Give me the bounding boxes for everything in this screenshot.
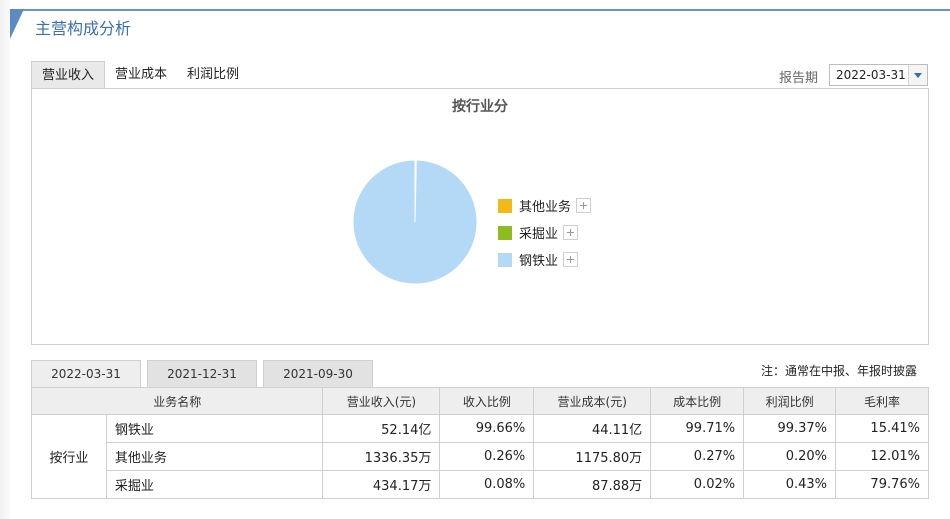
- date-tab-2021-09-30[interactable]: 2021-09-30: [263, 360, 373, 387]
- plus-icon[interactable]: [563, 225, 579, 240]
- legend-label: 钢铁业: [519, 254, 559, 269]
- legend-label: 其他业务: [519, 200, 572, 215]
- cell-cost-ratio: 0.27%: [650, 442, 745, 471]
- header-cost: 营业成本(元): [533, 387, 652, 415]
- chart-title: 按行业分: [452, 99, 508, 115]
- cell-name: 钢铁业: [105, 414, 324, 443]
- table-row: 其他业务 1336.35万 0.26% 1175.80万 0.27% 0.20%…: [32, 442, 929, 471]
- legend-item-mining[interactable]: 采掘业: [498, 219, 591, 246]
- plus-icon[interactable]: [563, 252, 579, 267]
- cell-revenue-ratio: 0.08%: [439, 470, 535, 499]
- date-tabs: 2022-03-31 2021-12-31 2021-09-30: [31, 360, 379, 387]
- cell-revenue: 434.17万: [322, 470, 441, 499]
- tab-profit-ratio[interactable]: 利润比例: [177, 61, 249, 88]
- legend-swatch: [498, 225, 512, 240]
- tab-cost[interactable]: 营业成本: [105, 61, 177, 88]
- header-revenue: 营业收入(元): [322, 387, 441, 415]
- cell-cost: 1175.80万: [533, 442, 652, 471]
- business-table: 业务名称 营业收入(元) 收入比例 营业成本(元) 成本比例 利润比例 毛利率 …: [30, 387, 929, 499]
- cell-profit-ratio: 0.20%: [743, 442, 837, 471]
- cell-margin: 12.01%: [835, 442, 929, 471]
- legend-item-other[interactable]: 其他业务: [498, 192, 592, 219]
- header-profit-ratio: 利润比例: [743, 387, 837, 415]
- pie-slice-钢铁业[interactable]: [352, 159, 478, 285]
- cell-cost-ratio: 99.71%: [650, 414, 745, 443]
- cell-revenue: 52.14亿: [322, 414, 441, 443]
- plus-icon[interactable]: [576, 198, 592, 213]
- cell-profit-ratio: 99.37%: [743, 414, 837, 443]
- header-business-name: 业务名称: [30, 387, 324, 415]
- chevron-down-icon: [914, 73, 922, 78]
- cell-name: 采掘业: [105, 470, 324, 499]
- metric-tabs: 营业收入 营业成本 利润比例: [31, 61, 249, 89]
- cell-cost: 87.88万: [533, 470, 652, 499]
- legend-swatch: [498, 198, 512, 213]
- period-label: 报告期: [779, 71, 819, 86]
- page-left-shadow: [0, 0, 10, 519]
- chart-legend: 其他业务 采掘业 钢铁业: [498, 192, 592, 273]
- section-title: 主营构成分析: [35, 19, 132, 38]
- date-tab-2022-03-31[interactable]: 2022-03-31: [31, 360, 141, 387]
- tab-revenue[interactable]: 营业收入: [31, 61, 106, 89]
- table-row: 采掘业 434.17万 0.08% 87.88万 0.02% 0.43% 79.…: [32, 470, 929, 499]
- header-margin: 毛利率: [835, 387, 929, 415]
- cell-revenue-ratio: 0.26%: [439, 442, 535, 471]
- dropdown-button[interactable]: [908, 65, 927, 85]
- cell-margin: 15.41%: [835, 414, 929, 443]
- title-corner-decoration: [10, 9, 24, 39]
- cell-cost: 44.11亿: [533, 414, 652, 443]
- cell-revenue: 1336.35万: [322, 442, 441, 471]
- group-label: 按行业: [31, 414, 107, 499]
- cell-revenue-ratio: 99.66%: [439, 414, 535, 443]
- chart-panel: 按行业分 其他业务 采掘业 钢铁业: [31, 88, 929, 345]
- header-cost-ratio: 成本比例: [650, 387, 745, 415]
- disclosure-note: 注：通常在中报、年报时披露: [761, 364, 918, 378]
- cell-margin: 79.76%: [835, 470, 929, 499]
- period-select-value: 2022-03-31: [836, 68, 906, 82]
- cell-cost-ratio: 0.02%: [650, 470, 745, 499]
- legend-swatch: [498, 252, 512, 267]
- legend-item-steel[interactable]: 钢铁业: [498, 246, 591, 273]
- pie-chart: [352, 159, 478, 285]
- table-row: 按行业 钢铁业 52.14亿 99.66% 44.11亿 99.71% 99.3…: [31, 414, 929, 499]
- header-revenue-ratio: 收入比例: [439, 387, 535, 415]
- legend-label: 采掘业: [519, 227, 559, 242]
- cell-profit-ratio: 0.43%: [743, 470, 837, 499]
- table-header-row: 业务名称 营业收入(元) 收入比例 营业成本(元) 成本比例 利润比例 毛利率: [30, 387, 929, 415]
- date-tab-2021-12-31[interactable]: 2021-12-31: [147, 360, 257, 387]
- cell-name: 其他业务: [105, 442, 324, 471]
- period-select[interactable]: 2022-03-31: [829, 64, 928, 86]
